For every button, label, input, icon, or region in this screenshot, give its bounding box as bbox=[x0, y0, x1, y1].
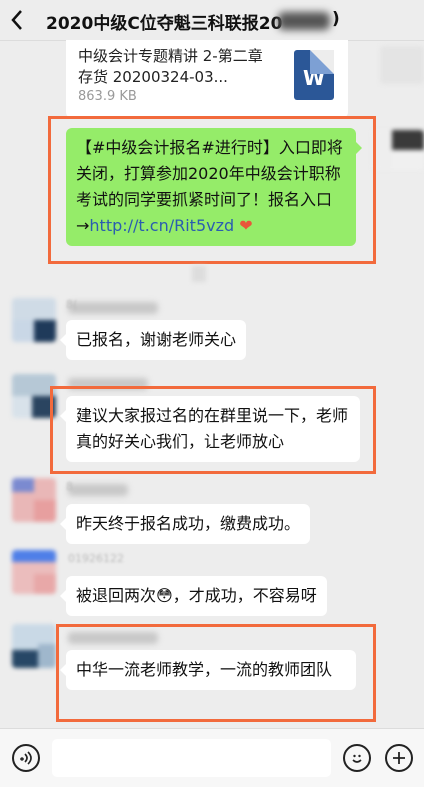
input-bar bbox=[0, 728, 424, 787]
file-size: 863.9 KB bbox=[78, 89, 137, 104]
sender-name bbox=[68, 302, 158, 314]
avatar[interactable] bbox=[372, 130, 424, 170]
message-bubble[interactable]: 建议大家报过名的在群里说一下，老师真的好关心我们，让老师放心 bbox=[60, 396, 360, 462]
emoji-face-icon[interactable] bbox=[343, 744, 371, 772]
heart-emoji: ❤ bbox=[239, 216, 253, 235]
message-text: ，才成功，不容易呀 bbox=[172, 586, 317, 605]
message-bubble[interactable]: 已报名，谢谢老师关心 bbox=[59, 320, 247, 360]
sender-name-text: 8 bbox=[66, 480, 73, 493]
sender-name: 01926122 bbox=[68, 552, 124, 565]
avatar[interactable] bbox=[380, 46, 424, 84]
chat-title-suffix: ) bbox=[332, 9, 340, 29]
chevron-left-icon[interactable] bbox=[10, 9, 30, 31]
message-bubble[interactable]: 被退回两次😳，才成功，不容易呀 bbox=[60, 576, 327, 616]
avatar[interactable] bbox=[12, 550, 56, 594]
sender-name bbox=[68, 484, 128, 496]
avatar[interactable] bbox=[12, 624, 56, 668]
avatar[interactable] bbox=[12, 298, 56, 342]
message-text: 中华一流老师教学，一流的教师团队 bbox=[76, 660, 333, 679]
chat-title: 2020中级C位夺魁三科联报20 bbox=[46, 14, 283, 34]
sender-name bbox=[68, 378, 148, 390]
self-message-bubble[interactable]: 【#中级会计报名#进行时】入口即将关闭，打算参加2020年中级会计职称考试的同学… bbox=[66, 128, 362, 246]
title-redaction bbox=[278, 12, 330, 30]
chat-header: 2020中级C位夺魁三科联报20 ) bbox=[0, 0, 424, 41]
message-input[interactable] bbox=[52, 739, 331, 777]
message-text: 昨天终于报名成功，缴费成功。 bbox=[76, 514, 301, 533]
file-name: 中级会计专题精讲 2-第二章存货 20200324-03... bbox=[78, 47, 263, 86]
sender-name-text: 8( bbox=[66, 298, 78, 311]
message-bubble[interactable]: 昨天终于报名成功，缴费成功。 bbox=[59, 504, 311, 544]
avatar[interactable] bbox=[12, 374, 56, 418]
message-text: 已报名，谢谢老师关心 bbox=[76, 330, 237, 349]
file-message-card[interactable]: 中级会计专题精讲 2-第二章存货 20200324-03... W bbox=[66, 40, 348, 118]
plus-icon[interactable] bbox=[385, 744, 413, 772]
flushed-emoji: 😳 bbox=[156, 586, 173, 605]
message-text: 建议大家报过名的在群里说一下，老师真的好关心我们，让老师放心 bbox=[76, 406, 349, 451]
word-document-icon: W bbox=[294, 50, 334, 100]
message-bubble[interactable]: 中华一流老师教学，一流的教师团队 bbox=[60, 650, 356, 690]
voice-icon[interactable] bbox=[12, 744, 40, 772]
avatar[interactable] bbox=[12, 478, 56, 522]
blurred-artifact bbox=[192, 266, 206, 282]
sender-name bbox=[68, 632, 158, 644]
message-link[interactable]: http://t.cn/Rit5vzd bbox=[89, 216, 234, 235]
message-text: 被退回两次 bbox=[76, 586, 157, 605]
